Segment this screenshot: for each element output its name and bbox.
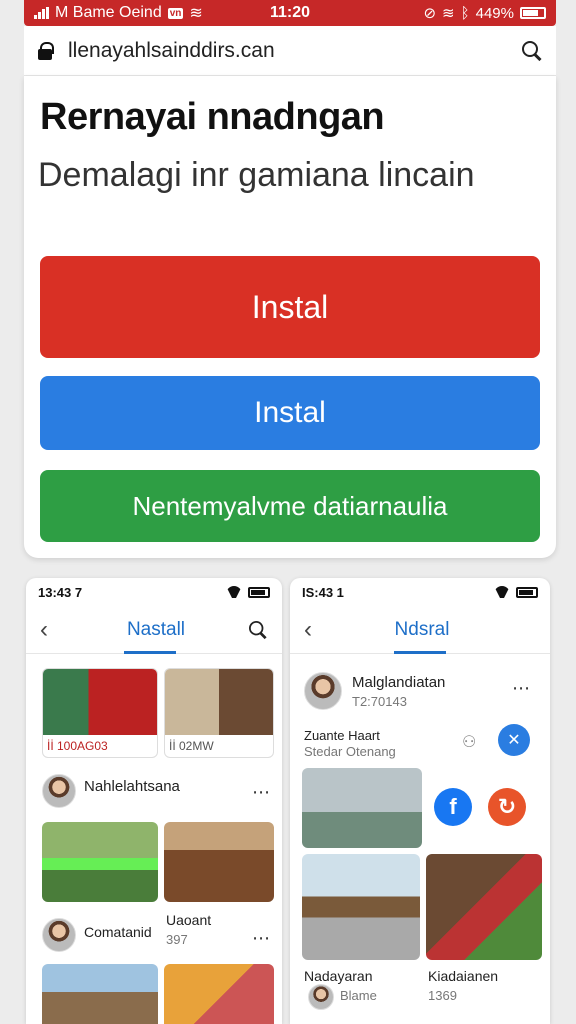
user-name[interactable]: Comatanid xyxy=(84,924,152,940)
phone-status-bar: IS:43 1 xyxy=(290,578,550,606)
wifi-icon xyxy=(226,586,242,598)
signal-icon xyxy=(34,7,49,19)
sub-name: Zuante Haart xyxy=(304,728,380,743)
post-title: Nadayaran xyxy=(304,968,373,984)
post-image[interactable] xyxy=(426,854,542,960)
install-button-blue[interactable]: Instal xyxy=(40,376,540,450)
page-subtitle: Demalagi inr gamiana lincain xyxy=(38,156,475,194)
phone-nav-bar: ‹ Nastall xyxy=(26,606,282,654)
facebook-icon[interactable]: f xyxy=(434,788,472,826)
avatar[interactable] xyxy=(42,774,76,808)
alarm-icon: ⊘ xyxy=(423,5,437,22)
search-icon[interactable] xyxy=(522,40,542,61)
thumbnail-caption: İİ 100AG03 xyxy=(47,739,108,753)
phone-clock: 13:43 7 xyxy=(38,584,83,600)
person-icon[interactable]: ⚇ xyxy=(462,732,476,752)
back-arrow-icon[interactable]: ‹ xyxy=(304,616,328,644)
battery-icon xyxy=(520,7,546,19)
more-options-icon[interactable]: ⋯ xyxy=(512,678,531,699)
battery-icon xyxy=(248,586,270,598)
address-bar[interactable]: llenayahlsainddirs.can xyxy=(24,26,556,76)
post-image[interactable] xyxy=(164,822,274,902)
page-title: Rernayai nnadngan xyxy=(40,96,385,138)
thumbnail-caption: İİ 02MW xyxy=(169,739,214,753)
wifi-status-icon: ≋ xyxy=(442,5,455,22)
post-image[interactable] xyxy=(302,854,420,960)
battery-icon xyxy=(516,586,538,598)
sub-meta: Stedar Otenang xyxy=(304,744,396,759)
tab-underline xyxy=(394,651,446,654)
post-image[interactable] xyxy=(164,964,274,1024)
thumbnail-card[interactable]: İİ 100AG03 xyxy=(42,668,158,758)
status-bar: M Bame Oeind vn ≋ 11:20 ⊘ ≋ ᛒ 449% xyxy=(24,0,556,26)
chat-icon[interactable]: ✕ xyxy=(498,724,530,756)
battery-percent: 449% xyxy=(475,4,514,22)
share-icon[interactable]: ↻ xyxy=(488,788,526,826)
post-title: Uaoant xyxy=(166,912,212,928)
post-image[interactable] xyxy=(302,768,422,848)
profile-avatar[interactable] xyxy=(304,672,342,710)
post-title: Kiadaianen xyxy=(428,968,499,984)
install-card: Rernayai nnadngan Demalagi inr gamiana l… xyxy=(24,76,556,558)
avatar[interactable] xyxy=(42,918,76,952)
post-image[interactable] xyxy=(42,822,158,902)
more-options-icon[interactable]: ⋯ xyxy=(252,928,271,949)
thumbnail-card[interactable]: İİ 02MW xyxy=(164,668,274,758)
phone-preview-left: 13:43 7 ‹ Nastall İİ 100AG03 İİ 02MW Nah… xyxy=(26,578,282,1024)
thumbnail-image xyxy=(165,669,273,735)
carrier-label: M Bame Oeind xyxy=(55,4,162,21)
thumbnail-image xyxy=(43,669,157,735)
notification-icon: vn xyxy=(167,7,184,19)
post-image[interactable] xyxy=(42,964,158,1024)
phone-status-bar: 13:43 7 xyxy=(26,578,282,606)
back-arrow-icon[interactable]: ‹ xyxy=(40,616,64,644)
tab-title[interactable]: Ndsral xyxy=(328,619,516,641)
lock-icon xyxy=(38,41,54,60)
user-name[interactable]: Nahlelahtsana xyxy=(84,778,180,795)
bluetooth-icon: ᛒ xyxy=(460,4,470,22)
more-options-icon[interactable]: ⋯ xyxy=(252,782,271,803)
avatar[interactable] xyxy=(308,984,334,1010)
phone-preview-right: IS:43 1 ‹ Ndsral Malglandiatan T2:70143 … xyxy=(290,578,550,1024)
post-meta: 397 xyxy=(166,932,188,947)
phone-clock: IS:43 1 xyxy=(302,584,344,600)
tab-title[interactable]: Nastall xyxy=(64,619,248,641)
green-action-button[interactable]: Nentemyalvme datiarnaulia xyxy=(40,470,540,542)
install-button-red[interactable]: Instal xyxy=(40,256,540,358)
post-meta: Blame xyxy=(340,988,377,1003)
profile-meta: T2:70143 xyxy=(352,694,407,709)
post-meta: 1369 xyxy=(428,988,457,1003)
phone-nav-bar: ‹ Ndsral xyxy=(290,606,550,654)
url-text[interactable]: llenayahlsainddirs.can xyxy=(68,39,522,63)
wifi-icon xyxy=(494,586,510,598)
wifi-icon: ≋ xyxy=(189,5,203,22)
search-icon[interactable] xyxy=(249,620,267,639)
tab-underline xyxy=(124,651,176,654)
profile-name[interactable]: Malglandiatan xyxy=(352,674,445,691)
